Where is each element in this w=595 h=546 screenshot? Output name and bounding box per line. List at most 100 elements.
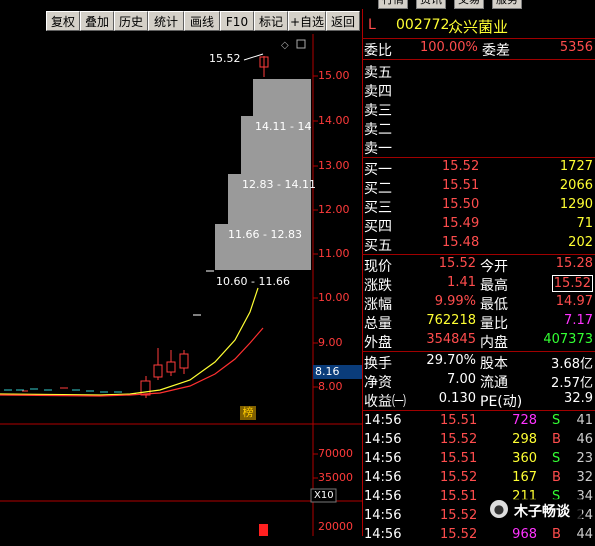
price-axis-label: 12.00 [318, 203, 350, 216]
history-button[interactable]: 历史 [114, 11, 148, 31]
bid-row[interactable]: 买四 15.49 71 [362, 216, 595, 235]
bid-price: 15.48 [442, 235, 480, 250]
bid-label: 买三 [364, 200, 392, 216]
total-volume-label: 总量 [364, 316, 392, 332]
tick-price: 15.52 [440, 527, 478, 542]
divider [362, 351, 595, 352]
svg-text:◇: ◇ [281, 40, 289, 51]
ask-row[interactable]: 卖三 [362, 100, 595, 119]
current-price-label: 现价 [364, 259, 392, 275]
tick-side: S [552, 451, 561, 466]
turnover-label: 换手 [364, 356, 392, 372]
tick-price: 15.52 [440, 432, 478, 447]
tick-volume: 167 [512, 470, 537, 485]
order-ratio-row: 委比 100.00% 委差 5356 [362, 40, 595, 59]
tick-count: 32 [576, 470, 593, 485]
high-value: 15.52 [551, 275, 593, 292]
tab-news[interactable]: 资讯 [416, 0, 446, 9]
volume-ratio-value: 7.17 [564, 313, 593, 328]
stat-row: 现价 15.52 今开 15.28 [362, 256, 595, 275]
change-value: 1.41 [447, 275, 476, 290]
open-label: 今开 [480, 259, 508, 275]
tick-count: 44 [576, 527, 593, 542]
tick-volume: 298 [512, 432, 537, 447]
share-capital-label: 股本 [480, 356, 508, 372]
bid-row[interactable]: 买五 15.48 202 [362, 235, 595, 254]
bid-label: 买五 [364, 238, 392, 254]
change-label: 涨跌 [364, 278, 392, 294]
share-capital-value: 3.68亿 [551, 357, 593, 372]
kline-chart-canvas: ◇ [0, 34, 362, 536]
bid-row[interactable]: 买三 15.50 1290 [362, 197, 595, 216]
draw-line-button[interactable]: 画线 [184, 11, 220, 31]
price-axis-label: 15.00 [318, 69, 350, 82]
net-assets-label: 净资 [364, 375, 392, 391]
outer-volume-value: 354845 [426, 332, 476, 347]
volume-axis-label: 70000 [318, 447, 353, 460]
price-range-label: 10.60 - 11.66 [216, 275, 290, 288]
ask-label: 卖二 [364, 122, 392, 138]
wechat-icon: ● [490, 500, 508, 518]
back-button[interactable]: 返回 [326, 11, 360, 31]
window-top-strip: 行情 资讯 交易 服务 [0, 0, 595, 9]
earnings-label: 收益㈠ [364, 394, 406, 410]
bid-row[interactable]: 买一 15.52 1727 [362, 159, 595, 178]
open-value: 15.28 [555, 256, 593, 271]
tab-trade[interactable]: 交易 [454, 0, 484, 9]
tab-service[interactable]: 服务 [492, 0, 522, 9]
net-assets-value: 7.00 [447, 372, 476, 387]
statistics-button[interactable]: 统计 [148, 11, 184, 31]
adjust-button[interactable]: 复权 [46, 11, 80, 31]
chip-distribution [215, 79, 311, 270]
ask-row[interactable]: 卖二 [362, 119, 595, 138]
tab-quotes[interactable]: 行情 [378, 0, 408, 9]
divider [362, 59, 595, 60]
current-price-value: 15.52 [438, 256, 476, 271]
tick-row: 14:56 15.52 167 B 32 [362, 470, 595, 489]
order-diff-label: 委差 [482, 43, 510, 59]
bid-price: 15.51 [442, 178, 480, 193]
tick-price: 15.51 [440, 413, 478, 428]
ask-row[interactable]: 卖一 [362, 138, 595, 157]
tick-price: 15.52 [440, 470, 478, 485]
quote-panel: L 002772 众兴菌业 委比 100.00% 委差 5356 卖五 卖四 卖… [362, 9, 595, 542]
turnover-value: 29.70% [426, 353, 476, 368]
tick-count: 46 [576, 432, 593, 447]
bid-volume: 1290 [559, 197, 593, 212]
tick-time: 14:56 [364, 432, 402, 447]
stat-row: 总量 762218 量比 7.17 [362, 313, 595, 332]
stat-row: 换手 29.70% 股本 3.68亿 [362, 353, 595, 372]
current-price-tag: 8.16 [315, 365, 340, 378]
bid-price: 15.52 [442, 159, 480, 174]
stat-row: 外盘 354845 内盘 407373 [362, 332, 595, 351]
overlay-button[interactable]: 叠加 [80, 11, 114, 31]
low-label: 最低 [480, 297, 508, 313]
tick-row: 14:56 15.52 968 B 44 [362, 527, 595, 546]
inner-volume-value: 407373 [543, 332, 593, 347]
tick-time: 14:56 [364, 451, 402, 466]
chart-toolbar: 复权 叠加 历史 统计 画线 F10 标记 +自选 返回 [0, 9, 362, 34]
bid-label: 买一 [364, 162, 392, 178]
change-pct-label: 涨幅 [364, 297, 392, 313]
add-watchlist-button[interactable]: +自选 [288, 11, 326, 31]
price-axis-label: 8.00 [318, 380, 343, 393]
volume-unit-button[interactable]: X10 [314, 490, 334, 501]
bid-row[interactable]: 买二 15.51 2066 [362, 178, 595, 197]
volume-axis-label: 20000 [318, 520, 353, 533]
mark-button[interactable]: 标记 [254, 11, 288, 31]
volume-axis-label: 35000 [318, 471, 353, 484]
earnings-value: 0.130 [438, 391, 476, 406]
kline-chart[interactable]: ◇ 15.52 14.11 - 14 12.83 - 14.11 11.66 -… [0, 34, 362, 536]
price-axis-label: 11.00 [318, 247, 350, 260]
rank-badge[interactable]: 榜 [240, 406, 256, 420]
ask-row[interactable]: 卖四 [362, 81, 595, 100]
divider [362, 254, 595, 255]
tick-volume: 728 [512, 413, 537, 428]
tick-time: 14:56 [364, 508, 402, 523]
change-pct-value: 9.99% [434, 294, 476, 309]
f10-button[interactable]: F10 [220, 11, 254, 31]
float-value: 2.57亿 [551, 376, 593, 391]
ask-row[interactable]: 卖五 [362, 62, 595, 81]
bid-volume: 1727 [559, 159, 593, 174]
tick-count: 23 [576, 451, 593, 466]
